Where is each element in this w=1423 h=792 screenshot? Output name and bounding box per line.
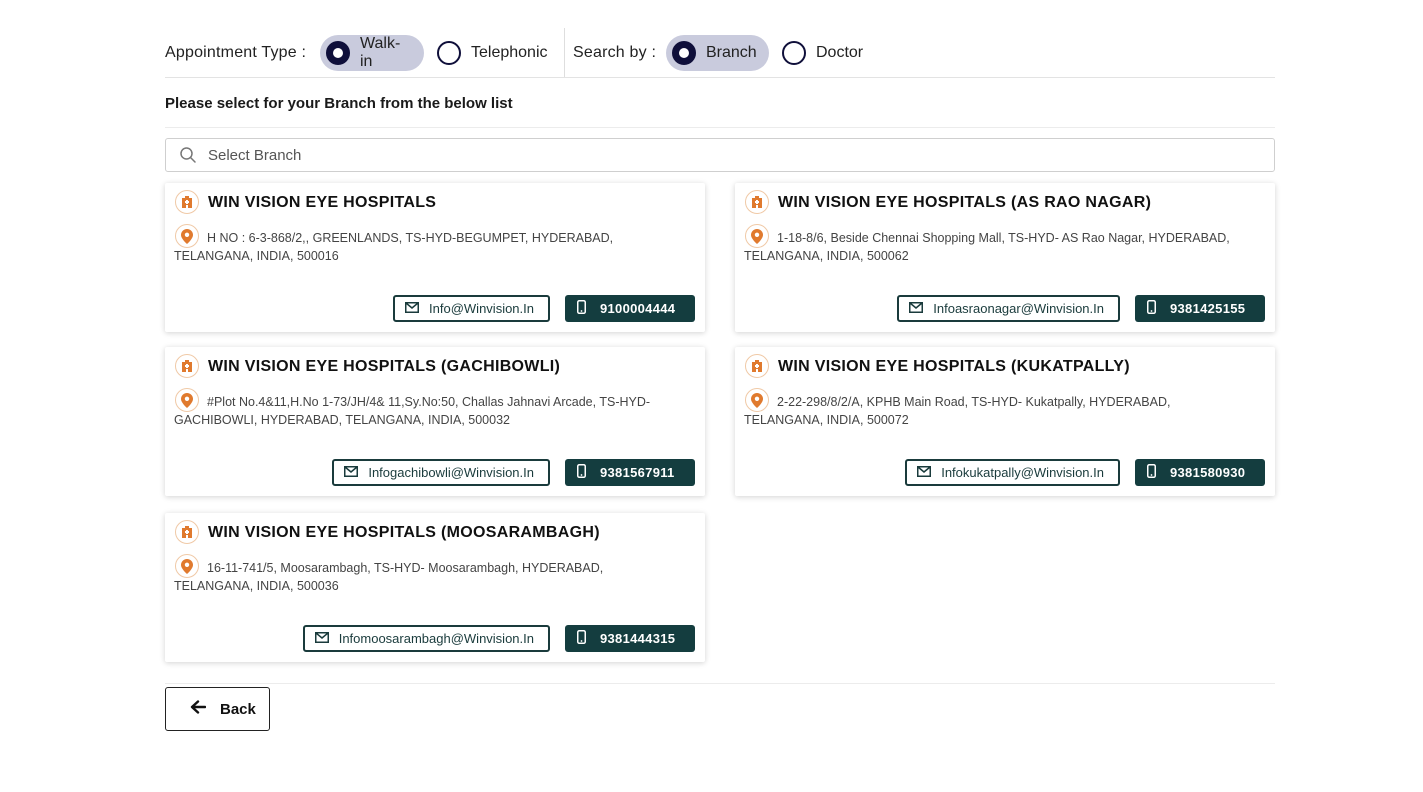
- instruction-text: Please select for your Branch from the b…: [165, 95, 513, 112]
- envelope-icon: [405, 301, 420, 316]
- branch-search-input[interactable]: [208, 146, 1208, 164]
- appointment-type-label: Appointment Type :: [165, 44, 307, 61]
- branch-card[interactable]: WIN VISION EYE HOSPITALS H NO : 6-3-868/…: [165, 183, 705, 332]
- hospital-icon: [745, 354, 769, 378]
- search-icon: [178, 145, 198, 165]
- radio-branch-label: Branch: [706, 44, 757, 61]
- branch-name: WIN VISION EYE HOSPITALS (KUKATPALLY): [778, 358, 1130, 375]
- back-button[interactable]: Back: [165, 687, 270, 731]
- email-button[interactable]: Info@Winvision.In: [393, 295, 550, 322]
- phone-button[interactable]: 9381580930: [1135, 459, 1265, 486]
- email-label: Infokukatpally@Winvision.In: [941, 465, 1104, 480]
- email-button[interactable]: Infogachibowli@Winvision.In: [332, 459, 550, 486]
- filter-divider: [564, 28, 565, 77]
- email-label: Infoasraonagar@Winvision.In: [933, 301, 1104, 316]
- mobile-phone-icon: [577, 464, 586, 481]
- phone-button[interactable]: 9381444315: [565, 625, 695, 652]
- hospital-icon: [175, 190, 199, 214]
- branch-address: H NO : 6-3-868/2,, GREENLANDS, TS-HYD-BE…: [174, 231, 614, 263]
- email-label: Infogachibowli@Winvision.In: [368, 465, 534, 480]
- radio-branch-indicator[interactable]: [672, 41, 696, 65]
- phone-button[interactable]: 9381567911: [565, 459, 695, 486]
- email-label: Info@Winvision.In: [429, 301, 534, 316]
- email-button[interactable]: Infoasraonagar@Winvision.In: [897, 295, 1120, 322]
- branch-card[interactable]: WIN VISION EYE HOSPITALS (MOOSARAMBAGH) …: [165, 513, 705, 662]
- envelope-icon: [344, 465, 359, 480]
- radio-doctor-label: Doctor: [816, 44, 864, 61]
- branch-card[interactable]: WIN VISION EYE HOSPITALS (KUKATPALLY) 2-…: [735, 347, 1275, 496]
- radio-doctor[interactable]: Doctor: [776, 35, 876, 71]
- phone-button[interactable]: 9381425155: [1135, 295, 1265, 322]
- branch-search-box[interactable]: [165, 138, 1275, 172]
- search-by-label: Search by :: [573, 44, 657, 61]
- hospital-icon: [745, 190, 769, 214]
- phone-label: 9381425155: [1170, 301, 1246, 316]
- phone-label: 9381567911: [600, 465, 675, 480]
- email-button[interactable]: Infokukatpally@Winvision.In: [905, 459, 1120, 486]
- page-container: Appointment Type : Walk-in Telephonic Se…: [165, 0, 1275, 731]
- mobile-phone-icon: [577, 630, 586, 647]
- envelope-icon: [314, 631, 329, 646]
- branch-address: 2-22-298/8/2/A, KPHB Main Road, TS-HYD- …: [744, 395, 1171, 427]
- phone-label: 9381580930: [1170, 465, 1246, 480]
- radio-branch[interactable]: Branch: [666, 35, 769, 71]
- hospital-icon: [175, 520, 199, 544]
- radio-telephonic-label: Telephonic: [471, 44, 548, 61]
- branch-address: #Plot No.4&11,H.No 1-73/JH/4& 11,Sy.No:5…: [174, 395, 651, 427]
- branch-name: WIN VISION EYE HOSPITALS (AS RAO NAGAR): [778, 194, 1152, 211]
- radio-telephonic-indicator[interactable]: [437, 41, 461, 65]
- divider: [165, 127, 1275, 128]
- radio-doctor-indicator[interactable]: [782, 41, 806, 65]
- branch-name: WIN VISION EYE HOSPITALS (GACHIBOWLI): [208, 358, 561, 375]
- radio-walk-in[interactable]: Walk-in: [320, 35, 424, 71]
- branch-card[interactable]: WIN VISION EYE HOSPITALS (GACHIBOWLI) #P…: [165, 347, 705, 496]
- branch-address: 1-18-8/6, Beside Chennai Shopping Mall, …: [744, 231, 1230, 263]
- email-button[interactable]: Infomoosarambagh@Winvision.In: [302, 625, 550, 652]
- mobile-phone-icon: [577, 300, 586, 317]
- branch-card[interactable]: WIN VISION EYE HOSPITALS (AS RAO NAGAR) …: [735, 183, 1275, 332]
- back-label: Back: [220, 700, 256, 718]
- envelope-icon: [917, 465, 932, 480]
- envelope-icon: [909, 301, 924, 316]
- branch-name: WIN VISION EYE HOSPITALS: [208, 194, 437, 211]
- arrow-left-icon: [190, 700, 207, 718]
- branch-address: 16-11-741/5, Moosarambagh, TS-HYD- Moosa…: [174, 561, 604, 593]
- phone-label: 9100004444: [600, 301, 676, 316]
- radio-walk-in-label: Walk-in: [360, 35, 401, 70]
- email-label: Infomoosarambagh@Winvision.In: [338, 631, 534, 646]
- phone-button[interactable]: 9100004444: [565, 295, 695, 322]
- mobile-phone-icon: [1147, 464, 1156, 481]
- radio-telephonic[interactable]: Telephonic: [431, 35, 561, 71]
- branch-name: WIN VISION EYE HOSPITALS (MOOSARAMBAGH): [208, 524, 600, 541]
- mobile-phone-icon: [1147, 300, 1156, 317]
- divider: [165, 683, 1275, 684]
- filter-bar: Appointment Type : Walk-in Telephonic Se…: [165, 0, 1275, 78]
- hospital-icon: [175, 354, 199, 378]
- phone-label: 9381444315: [600, 631, 676, 646]
- radio-walk-in-indicator[interactable]: [326, 41, 350, 65]
